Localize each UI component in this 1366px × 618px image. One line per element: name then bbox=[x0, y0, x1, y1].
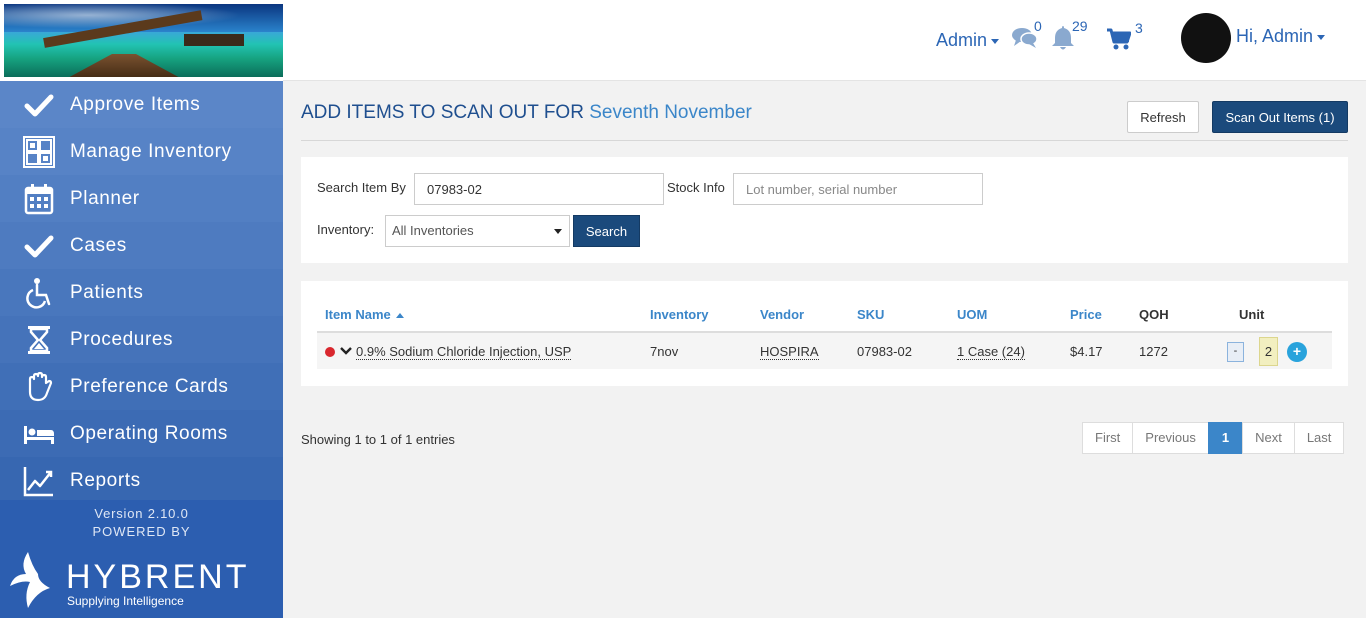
brand-name: HYBRENT bbox=[66, 558, 250, 596]
sku-cell: 07983-02 bbox=[857, 344, 912, 359]
items-table: Item Name Inventory Vendor SKU UOM Price… bbox=[301, 281, 1348, 386]
column-header-item-name[interactable]: Item Name bbox=[325, 307, 405, 322]
uom-link[interactable]: 1 Case (24) bbox=[957, 344, 1025, 360]
pagination-current-page[interactable]: 1 bbox=[1207, 422, 1244, 454]
chevron-down-icon bbox=[554, 229, 562, 234]
calendar-icon bbox=[22, 182, 56, 216]
admin-dropdown-label: Admin bbox=[936, 30, 988, 50]
sidebar-item-reports[interactable]: Reports bbox=[0, 457, 283, 504]
check-icon bbox=[22, 229, 56, 263]
sidebar-menu: Approve Items Manage Inventory Planner C… bbox=[0, 81, 283, 504]
entries-info: Showing 1 to 1 of 1 entries bbox=[301, 432, 455, 447]
sidebar-item-cases[interactable]: Cases bbox=[0, 222, 283, 269]
price-cell: $4.17 bbox=[1070, 344, 1103, 359]
pagination: First Previous 1 Next Last bbox=[1082, 422, 1345, 454]
powered-by-label: POWERED BY bbox=[92, 524, 191, 539]
brand-tagline: Supplying Intelligence bbox=[67, 594, 184, 608]
qoh-cell: 1272 bbox=[1139, 344, 1168, 359]
inventory-label: Inventory: bbox=[317, 222, 375, 237]
hourglass-icon bbox=[22, 323, 56, 357]
sidebar-item-label: Approve Items bbox=[70, 93, 201, 115]
column-header-label: Item Name bbox=[325, 307, 391, 322]
sidebar-item-label: Operating Rooms bbox=[70, 422, 228, 444]
item-name-link[interactable]: 0.9% Sodium Chloride Injection, USP bbox=[356, 344, 572, 360]
column-header-price[interactable]: Price bbox=[1070, 307, 1102, 322]
sidebar-item-manage-inventory[interactable]: Manage Inventory bbox=[0, 128, 283, 175]
inventory-select[interactable]: All Inventories bbox=[385, 215, 570, 247]
column-header-uom[interactable]: UOM bbox=[957, 307, 987, 322]
sidebar-item-label: Planner bbox=[70, 187, 140, 209]
chevron-down-icon[interactable] bbox=[339, 344, 353, 358]
avatar[interactable] bbox=[1181, 13, 1231, 63]
stock-info-label: Stock Info bbox=[667, 180, 725, 195]
sidebar-item-label: Procedures bbox=[70, 328, 174, 350]
title-divider bbox=[301, 140, 1348, 141]
sidebar: Approve Items Manage Inventory Planner C… bbox=[0, 0, 283, 618]
inventory-select-value: All Inventories bbox=[392, 223, 474, 238]
notifications-count-badge: 29 bbox=[1072, 18, 1088, 34]
sidebar-item-label: Reports bbox=[70, 469, 141, 491]
company-logo-image[interactable] bbox=[4, 4, 283, 77]
inventory-cell: 7nov bbox=[650, 344, 679, 359]
inventory-grid-icon bbox=[22, 135, 56, 169]
sidebar-item-label: Preference Cards bbox=[70, 375, 229, 397]
search-button[interactable]: Search bbox=[573, 215, 640, 247]
sidebar-item-planner[interactable]: Planner bbox=[0, 175, 283, 222]
bed-icon bbox=[22, 417, 56, 451]
column-header-vendor[interactable]: Vendor bbox=[760, 307, 804, 322]
decrease-unit-button[interactable]: - bbox=[1227, 342, 1244, 362]
sidebar-item-label: Patients bbox=[70, 281, 144, 303]
column-header-sku[interactable]: SKU bbox=[857, 307, 884, 322]
unit-quantity[interactable]: 2 bbox=[1259, 337, 1278, 366]
sidebar-footer: Version 2.10.0 POWERED BY HYBRENT Supply… bbox=[0, 500, 283, 618]
page-title: ADD ITEMS TO SCAN OUT FOR Seventh Novemb… bbox=[301, 102, 752, 124]
hybrent-logo-icon bbox=[10, 552, 50, 608]
page-title-prefix: ADD ITEMS TO SCAN OUT FOR bbox=[301, 102, 584, 123]
page-title-case-name: Seventh November bbox=[589, 102, 752, 123]
glove-hand-icon bbox=[22, 370, 56, 404]
check-icon bbox=[22, 88, 56, 122]
cart-icon[interactable] bbox=[1107, 28, 1131, 50]
sidebar-item-patients[interactable]: Patients bbox=[0, 269, 283, 316]
column-header-unit: Unit bbox=[1239, 307, 1265, 322]
sidebar-item-approve-items[interactable]: Approve Items bbox=[0, 81, 283, 128]
user-dropdown[interactable]: Hi, Admin bbox=[1236, 26, 1326, 47]
app-version: Version 2.10.0 bbox=[94, 506, 189, 521]
pagination-first[interactable]: First bbox=[1082, 422, 1134, 454]
column-header-inventory[interactable]: Inventory bbox=[650, 307, 709, 322]
messages-count-badge: 0 bbox=[1034, 18, 1042, 34]
pagination-last[interactable]: Last bbox=[1293, 422, 1345, 454]
logo-container bbox=[0, 0, 283, 81]
cart-count-badge: 3 bbox=[1135, 20, 1143, 36]
search-item-by-label: Search Item By bbox=[317, 180, 406, 195]
user-greeting: Hi, Admin bbox=[1236, 26, 1314, 46]
sidebar-item-preference-cards[interactable]: Preference Cards bbox=[0, 363, 283, 410]
sidebar-item-label: Manage Inventory bbox=[70, 140, 232, 162]
sort-asc-icon bbox=[396, 313, 405, 319]
stock-info-input[interactable] bbox=[733, 173, 983, 205]
line-chart-icon bbox=[22, 464, 56, 498]
wheelchair-icon bbox=[22, 276, 56, 310]
increase-unit-button[interactable]: + bbox=[1287, 342, 1307, 362]
pagination-next[interactable]: Next bbox=[1242, 422, 1295, 454]
sidebar-item-operating-rooms[interactable]: Operating Rooms bbox=[0, 410, 283, 457]
top-header: Admin 0 29 3 Hi, Admin bbox=[283, 0, 1366, 81]
column-header-qoh: QOH bbox=[1139, 307, 1169, 322]
pagination-previous[interactable]: Previous bbox=[1132, 422, 1209, 454]
chevron-down-icon bbox=[991, 38, 1000, 44]
vendor-link[interactable]: HOSPIRA bbox=[760, 344, 819, 360]
chevron-down-icon bbox=[1317, 34, 1326, 40]
search-panel: Search Item By Stock Info Inventory: All… bbox=[301, 157, 1348, 263]
table-row: 0.9% Sodium Chloride Injection, USP 7nov… bbox=[317, 333, 1332, 369]
refresh-button[interactable]: Refresh bbox=[1127, 101, 1199, 133]
sidebar-item-procedures[interactable]: Procedures bbox=[0, 316, 283, 363]
scan-out-items-button[interactable]: Scan Out Items (1) bbox=[1212, 101, 1348, 133]
sidebar-item-label: Cases bbox=[70, 234, 127, 256]
status-indicator bbox=[325, 347, 335, 357]
admin-dropdown[interactable]: Admin bbox=[936, 30, 1000, 51]
search-item-input[interactable] bbox=[414, 173, 664, 205]
